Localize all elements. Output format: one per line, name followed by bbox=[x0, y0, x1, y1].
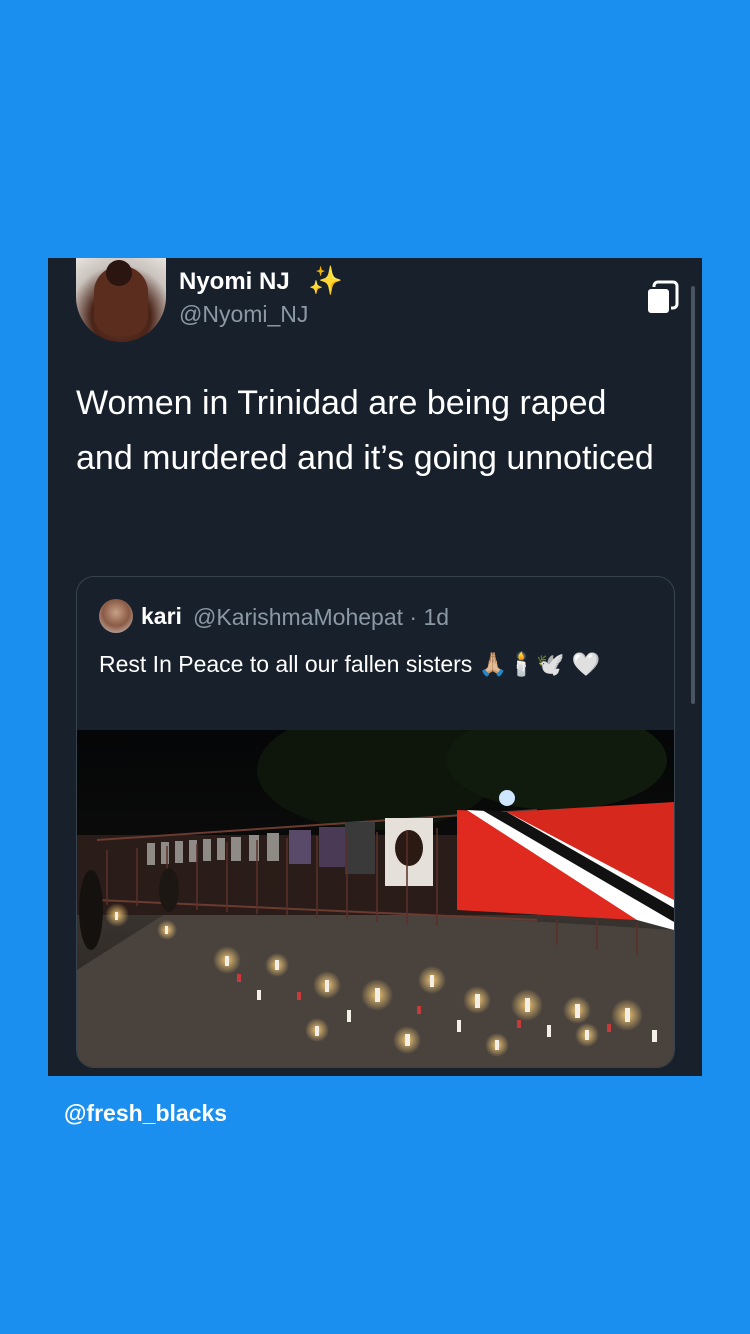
user-handle[interactable]: @Nyomi_NJ bbox=[179, 301, 308, 328]
sparkles-icon: ✨ bbox=[308, 265, 343, 296]
display-name[interactable]: Nyomi NJ bbox=[179, 268, 290, 296]
quoted-emojis: 🙏🏼🕯️🕊️ 🤍 bbox=[478, 652, 601, 678]
avatar-head bbox=[106, 260, 132, 286]
quoted-meta: @KarishmaMohepat · 1d bbox=[193, 604, 449, 631]
watermark: @fresh_blacks bbox=[64, 1100, 228, 1126]
quoted-text-body: Rest In Peace to all our fallen sisters bbox=[99, 651, 473, 677]
quoted-avatar[interactable] bbox=[99, 599, 133, 633]
quoted-handle[interactable]: @KarishmaMohepat bbox=[193, 604, 403, 630]
tweet-text: Women in Trinidad are being raped and mu… bbox=[76, 384, 654, 477]
meta-separator: · bbox=[409, 604, 418, 630]
quoted-text: Rest In Peace to all our fallen sisters … bbox=[99, 647, 659, 682]
scrollbar[interactable] bbox=[691, 286, 695, 704]
user-avatar[interactable] bbox=[76, 258, 166, 342]
tweet-card[interactable]: Nyomi NJ ✨ @Nyomi_NJ Women in Trinidad a… bbox=[48, 258, 702, 1076]
vigil-photo[interactable] bbox=[77, 730, 674, 1067]
quoted-age: 1d bbox=[423, 604, 450, 630]
quoted-tweet[interactable]: kari @KarishmaMohepat · 1d Rest In Peace… bbox=[76, 576, 675, 1068]
quoted-display-name[interactable]: kari bbox=[141, 603, 182, 630]
copy-icon[interactable] bbox=[645, 280, 679, 316]
